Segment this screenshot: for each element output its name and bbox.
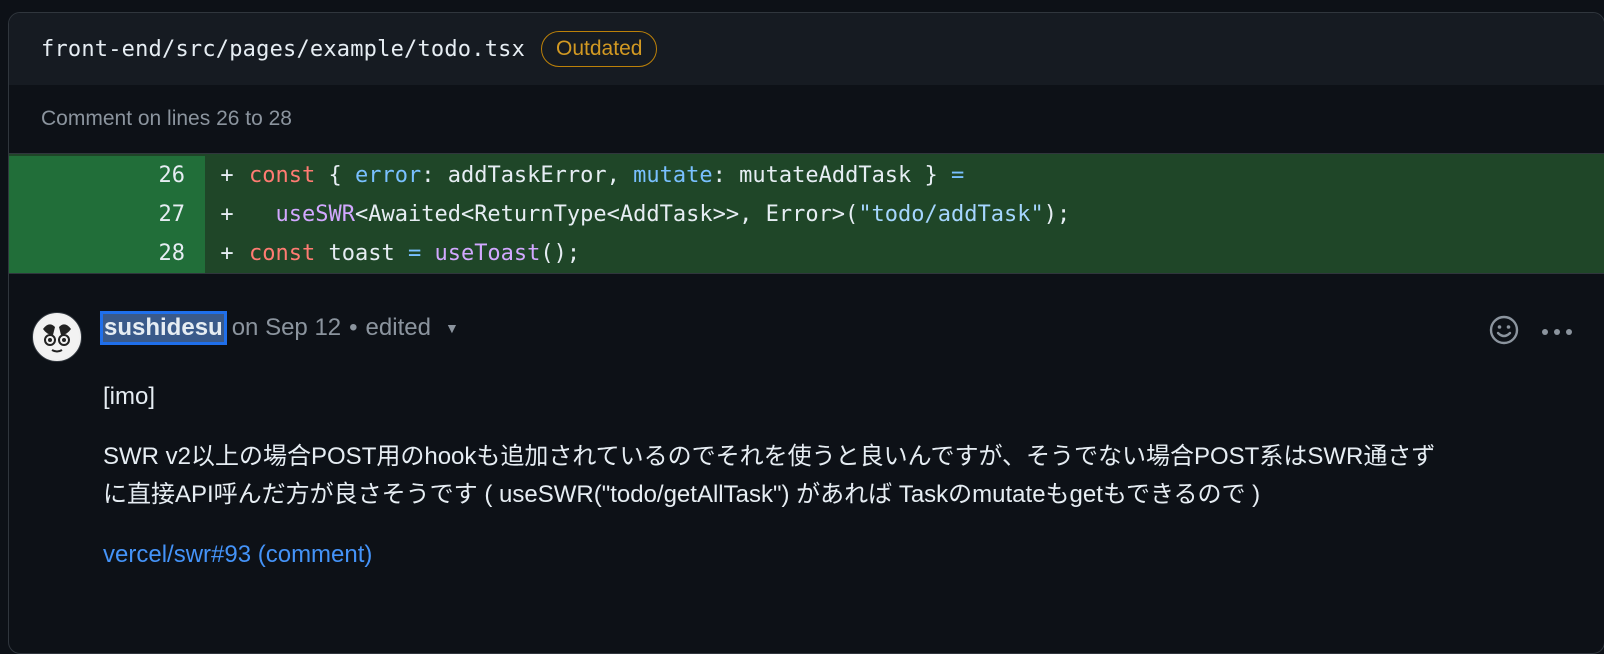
comment-paragraph: SWR v2以上の場合POST用のhookも追加されているのでそれを使うと良いん… <box>103 443 1436 508</box>
diff-snippet: 26 + const { error: addTaskError, mutate… <box>9 153 1604 274</box>
comment-tag: [imo] <box>103 383 156 410</box>
line-number: 27 <box>9 195 205 234</box>
comment-actions <box>1488 314 1574 351</box>
edited-label[interactable]: edited <box>366 314 431 342</box>
avatar[interactable] <box>32 312 82 362</box>
comment-date[interactable]: on Sep 12 <box>232 314 341 342</box>
triangle-down-icon[interactable]: ▼ <box>445 320 459 336</box>
line-number: 26 <box>9 156 205 195</box>
separator-dot: • <box>349 314 358 341</box>
review-comment: sushidesu on Sep 12 • edited ▼ [imo] SWR… <box>9 274 1604 634</box>
author-link[interactable]: sushidesu <box>100 311 227 345</box>
smiley-icon[interactable] <box>1488 314 1520 351</box>
avatar-image <box>35 315 79 359</box>
outdated-badge: Outdated <box>541 31 658 67</box>
code-line: const { error: addTaskError, mutate: mut… <box>249 163 965 188</box>
kebab-horizontal-icon[interactable] <box>1540 324 1574 342</box>
code-line: useSWR<Awaited<ReturnType<AddTask>>, Err… <box>275 202 1071 227</box>
added-sign: + <box>220 241 234 266</box>
diff-line: 28 + const toast = useToast(); <box>9 234 1604 273</box>
added-sign: + <box>220 202 234 227</box>
reference-link[interactable]: vercel/swr#93 (comment) <box>103 541 372 568</box>
review-thread-panel: front-end/src/pages/example/todo.tsx Out… <box>8 12 1604 654</box>
comment-body: [imo] SWR v2以上の場合POST用のhookも追加されているのでそれを… <box>103 378 1503 596</box>
comment-range-label: Comment on lines 26 to 28 <box>41 107 292 130</box>
diff-line: 26 + const { error: addTaskError, mutate… <box>9 156 1604 195</box>
file-path-link[interactable]: front-end/src/pages/example/todo.tsx <box>41 37 525 62</box>
comment-header: sushidesu on Sep 12 • edited ▼ <box>100 311 459 345</box>
added-sign: + <box>220 163 234 188</box>
file-header: front-end/src/pages/example/todo.tsx Out… <box>9 13 1604 85</box>
code-line: const toast = useToast(); <box>249 241 581 266</box>
diff-line: 27 + useSWR<Awaited<ReturnType<AddTask>>… <box>9 195 1604 234</box>
line-number: 28 <box>9 234 205 273</box>
